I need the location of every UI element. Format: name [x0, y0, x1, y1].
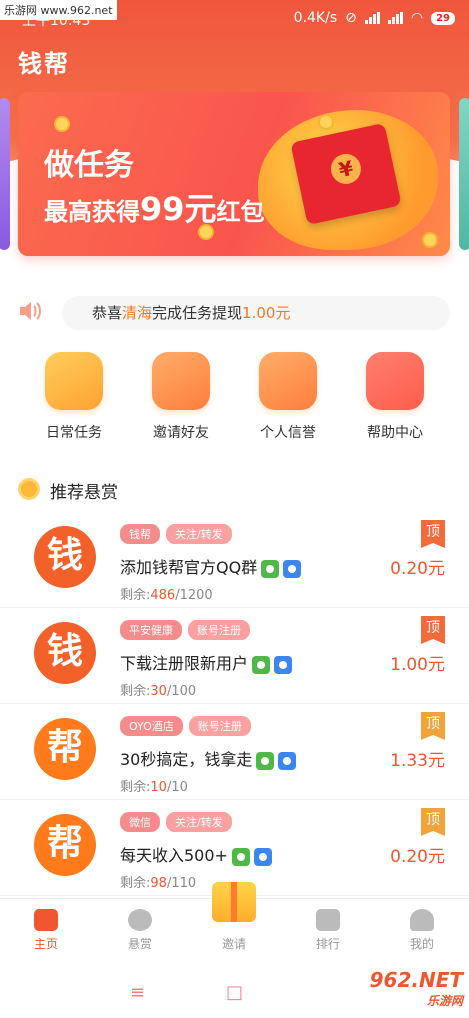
carousel-next-card[interactable]	[459, 98, 469, 250]
pinned-badge: 顶	[421, 808, 445, 836]
quick-entry-label: 邀请好友	[153, 425, 209, 441]
apple-icon	[278, 751, 297, 770]
task-avatar: 钱	[34, 526, 96, 588]
task-avatar: 帮	[34, 814, 96, 876]
task-row[interactable]: 钱 平安健康 账号注册 下载注册限新用户 剩余:30/100 顶 1.00元	[0, 608, 469, 704]
signal-icon	[364, 12, 380, 24]
android-icon	[256, 751, 275, 770]
invite-gift-icon[interactable]	[212, 882, 256, 922]
task-avatar: 帮	[34, 718, 96, 780]
tab-mine[interactable]: 我的	[392, 909, 452, 952]
quick-entry-label: 帮助中心	[367, 425, 423, 441]
alarm-off-icon: ⊘	[345, 10, 357, 26]
carousel-prev-card[interactable]	[0, 98, 10, 250]
tab-rank[interactable]: 排行	[298, 909, 358, 952]
checkbox-icon	[45, 352, 103, 410]
android-icon	[252, 655, 271, 674]
tab-reward[interactable]: 悬赏	[110, 909, 170, 952]
task-price: 0.20元	[390, 559, 445, 579]
task-title: 添加钱帮官方QQ群	[120, 554, 302, 578]
task-remaining: 剩余:486/1200	[120, 588, 213, 603]
task-row[interactable]: 钱 钱帮 关注/转发 添加钱帮官方QQ群 剩余:486/1200 顶 0.20元	[0, 512, 469, 608]
battery-indicator: 29	[431, 11, 455, 25]
speaker-icon	[20, 302, 41, 320]
promo-banner[interactable]: ¥ 做任务 最高获得99元红包	[18, 92, 450, 256]
gift-icon	[152, 352, 210, 410]
pinned-badge: 顶	[421, 520, 445, 548]
app-title: 钱帮	[18, 50, 70, 78]
quick-entry-credit[interactable]: 个人信誉	[253, 352, 323, 442]
quick-entry-label: 日常任务	[46, 425, 102, 441]
task-remaining: 剩余:10/10	[120, 780, 188, 795]
task-remaining: 剩余:98/110	[120, 876, 197, 891]
task-tag: 钱帮	[120, 524, 160, 544]
coin-icon	[422, 232, 438, 248]
star-badge-icon	[259, 352, 317, 410]
home-icon	[34, 909, 58, 931]
quick-entry-daily-task[interactable]: 日常任务	[39, 352, 109, 442]
task-tag: 微信	[120, 812, 160, 832]
quick-entry-help[interactable]: 帮助中心	[360, 352, 430, 442]
tab-home[interactable]: 主页	[16, 909, 76, 952]
android-icon	[231, 847, 250, 866]
task-tag: 关注/转发	[166, 812, 232, 832]
task-title: 30秒搞定，钱拿走	[120, 746, 297, 770]
task-tag: 账号注册	[188, 620, 250, 640]
bar-chart-icon	[316, 909, 340, 931]
task-price: 1.00元	[390, 655, 445, 675]
task-title: 每天收入500+	[120, 842, 272, 866]
task-row[interactable]: 帮 OYO酒店 账号注册 30秒搞定，钱拿走 剩余:10/10 顶 1.33元	[0, 704, 469, 800]
task-tag: 账号注册	[188, 716, 251, 736]
android-icon	[261, 559, 280, 578]
quick-entry-invite[interactable]: 邀请好友	[146, 352, 216, 442]
tab-invite[interactable]: 邀请	[204, 935, 264, 952]
task-price: 1.33元	[390, 751, 445, 771]
task-tag: OYO酒店	[120, 716, 183, 736]
coin-icon	[318, 114, 334, 130]
home-square-icon[interactable]: □	[226, 982, 243, 1003]
reward-icon	[128, 909, 152, 931]
task-tag: 平安健康	[120, 620, 182, 640]
apple-icon	[283, 559, 302, 578]
headset-icon	[366, 352, 424, 410]
signal-icon-2	[387, 12, 403, 24]
pinned-badge: 顶	[421, 616, 445, 644]
pinned-badge: 顶	[421, 712, 445, 740]
banner-headline: 做任务	[44, 148, 134, 183]
apple-icon	[274, 655, 293, 674]
medal-icon	[18, 478, 40, 500]
menu-icon[interactable]: ≡	[130, 982, 145, 1003]
network-speed: 0.4K/s	[293, 10, 338, 26]
banner-subline: 最高获得99元红包	[44, 190, 265, 228]
quick-entry-label: 个人信誉	[260, 425, 316, 441]
status-bar: 乐游网 www.962.net 上午10:43 0.4K/s ⊘ ◠ 29	[0, 0, 469, 38]
apple-icon	[253, 847, 272, 866]
status-time: 上午10:43	[22, 13, 91, 29]
site-watermark: 962.NET 乐游网	[369, 968, 463, 1008]
task-tag: 关注/转发	[166, 524, 232, 544]
section-title: 推荐悬赏	[50, 483, 118, 503]
task-price: 0.20元	[390, 847, 445, 867]
task-avatar: 钱	[34, 622, 96, 684]
task-remaining: 剩余:30/100	[120, 684, 197, 699]
notice-ticker[interactable]: 恭喜清海完成任务提现1.00元	[62, 296, 450, 330]
wifi-icon: ◠	[410, 10, 424, 26]
user-icon	[410, 909, 434, 931]
coin-icon	[54, 116, 70, 132]
task-title: 下载注册限新用户	[120, 650, 293, 674]
